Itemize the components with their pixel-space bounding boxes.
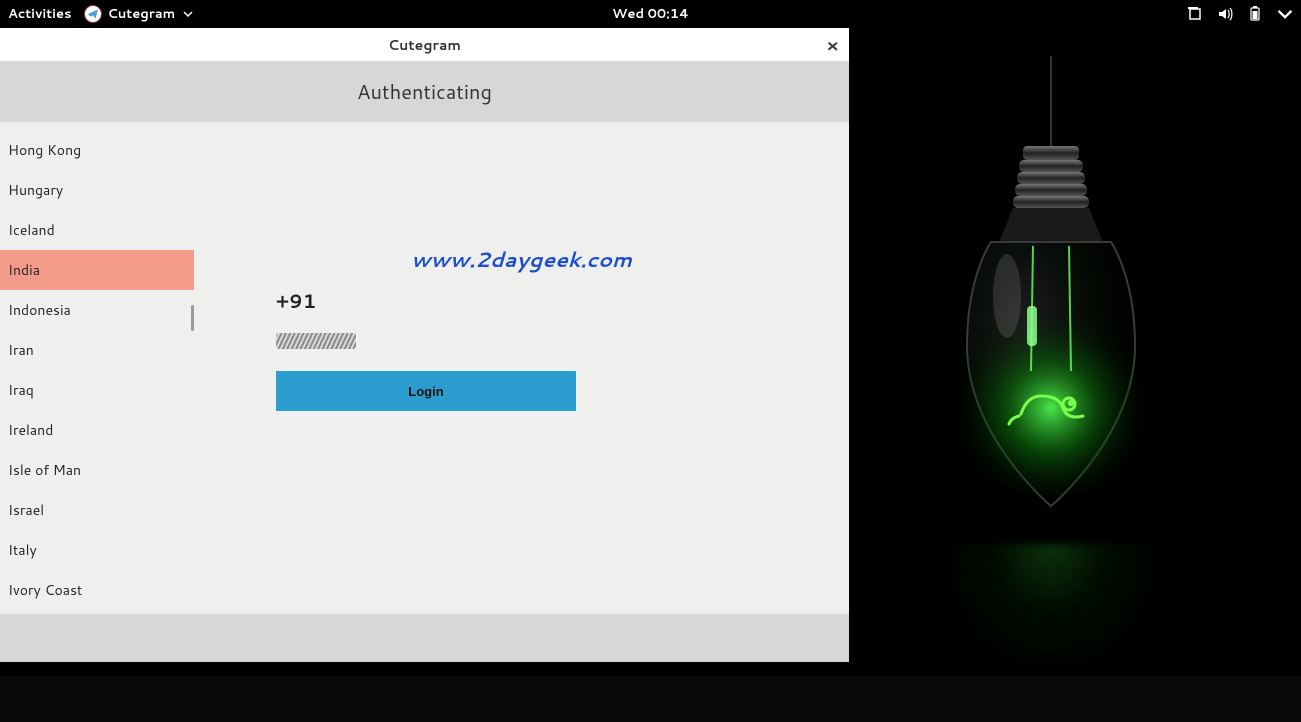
cutegram-window: Cutegram × Authenticating Hong KongHunga… — [0, 28, 849, 662]
volume-icon[interactable] — [1217, 6, 1233, 22]
app-menu-label: Cutegram — [108, 5, 176, 23]
chevron-down-icon — [183, 9, 193, 19]
watermark-text: www.2daygeek.com — [411, 244, 632, 274]
country-item[interactable]: Ivory Coast — [0, 570, 194, 610]
country-item[interactable]: Indonesia — [0, 290, 194, 330]
auth-heading: Authenticating — [357, 78, 492, 106]
app-menu[interactable]: Cutegram — [84, 5, 194, 23]
country-item[interactable]: Ireland — [0, 410, 194, 450]
login-form: +91 Login — [276, 288, 576, 411]
bottom-panel — [0, 676, 1301, 722]
gnome-top-bar: Activities Cutegram Wed 00:14 — [0, 0, 1301, 28]
country-item[interactable]: Israel — [0, 490, 194, 530]
phone-input[interactable] — [276, 333, 356, 349]
country-item[interactable]: Iceland — [0, 210, 194, 250]
country-item[interactable]: India — [0, 250, 194, 290]
clock[interactable]: Wed 00:14 — [612, 5, 689, 23]
country-item[interactable]: Isle of Man — [0, 450, 194, 490]
login-button[interactable]: Login — [276, 371, 576, 411]
system-tray — [1187, 6, 1293, 22]
battery-icon[interactable] — [1247, 6, 1263, 22]
window-titlebar[interactable]: Cutegram × — [0, 28, 849, 62]
window-footer — [0, 614, 849, 662]
country-item[interactable]: Italy — [0, 530, 194, 570]
cutegram-app-icon — [84, 5, 102, 23]
bulb-wire — [1050, 56, 1052, 146]
auth-content: Hong KongHungaryIcelandIndiaIndonesiaIra… — [0, 122, 849, 614]
bulb-reflection — [931, 544, 1171, 676]
close-button[interactable]: × — [826, 36, 839, 54]
dial-code-label: +91 — [276, 288, 576, 315]
country-item[interactable]: Hong Kong — [0, 130, 194, 170]
country-item[interactable]: Hungary — [0, 170, 194, 210]
window-restore-icon[interactable] — [1187, 6, 1203, 22]
window-title: Cutegram — [388, 35, 461, 55]
topbar-left-group: Activities Cutegram — [8, 5, 193, 23]
lightbulb-icon — [921, 146, 1181, 526]
auth-header: Authenticating — [0, 62, 849, 122]
country-item[interactable]: Iran — [0, 330, 194, 370]
chevron-down-icon[interactable] — [1277, 6, 1293, 22]
country-item[interactable]: Iraq — [0, 370, 194, 410]
wallpaper-bulb — [901, 56, 1201, 676]
country-list[interactable]: Hong KongHungaryIcelandIndiaIndonesiaIra… — [0, 122, 194, 614]
activities-button[interactable]: Activities — [8, 5, 72, 23]
login-form-area: www.2daygeek.com +91 Login — [194, 122, 849, 614]
